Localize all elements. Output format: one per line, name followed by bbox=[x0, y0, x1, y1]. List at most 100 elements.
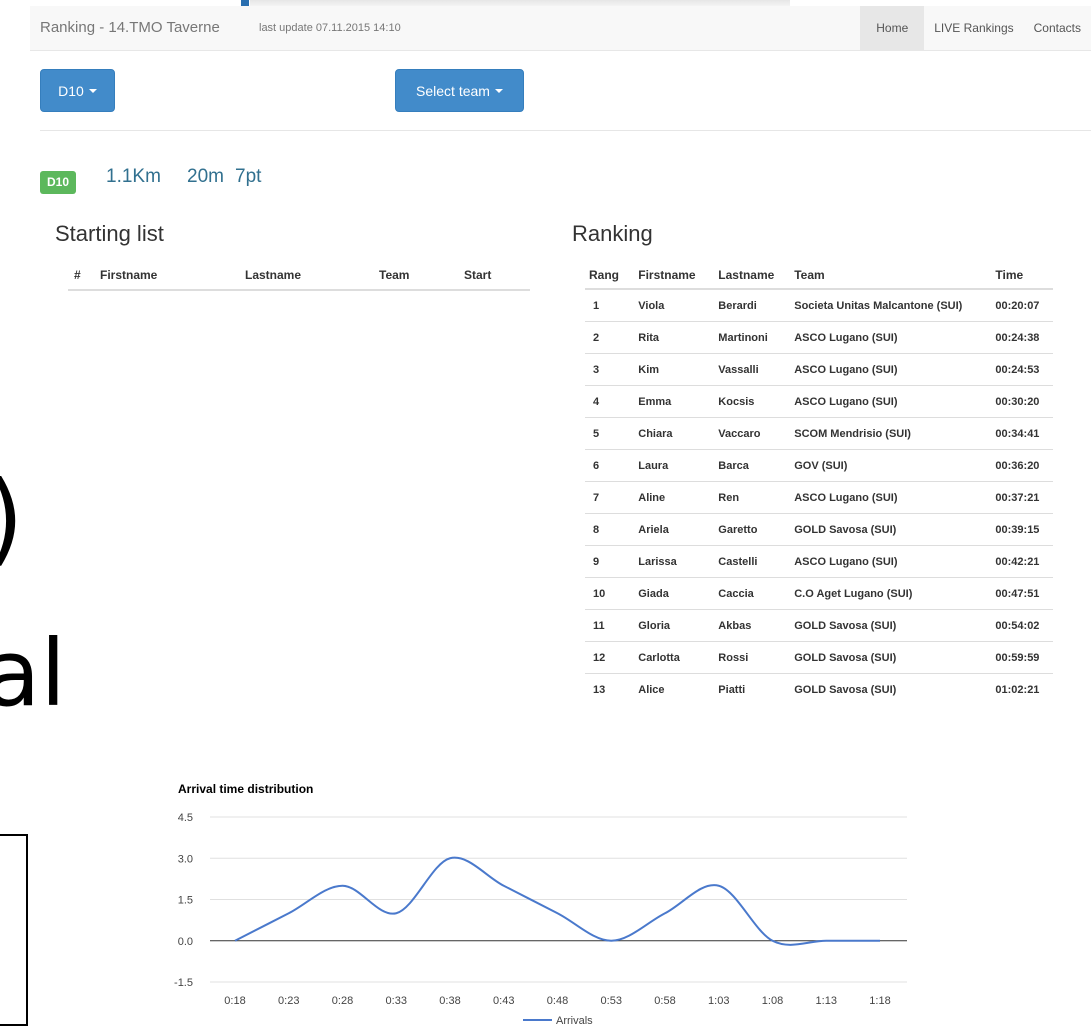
nav-live-rankings-link[interactable]: LIVE Rankings bbox=[924, 6, 1023, 50]
nav-contacts-link[interactable]: Contacts bbox=[1024, 6, 1091, 50]
lastname-cell: Martinoni bbox=[714, 321, 791, 354]
lastname-cell: Rossi bbox=[714, 641, 791, 674]
rank-cell: 4 bbox=[585, 385, 635, 418]
y-tick-label: 4.5 bbox=[178, 812, 193, 824]
lastname-cell: Vassalli bbox=[714, 353, 791, 386]
chart-title: Arrival time distribution bbox=[178, 782, 313, 796]
table-row: 3 Kim Vassalli ASCO Lugano (SUI) 00:24:53 bbox=[585, 353, 1053, 386]
rank-cell: 3 bbox=[585, 353, 635, 386]
time-cell: 00:24:38 bbox=[991, 321, 1053, 354]
nav-home-link[interactable]: Home bbox=[860, 6, 925, 50]
lastname-cell: Barca bbox=[714, 449, 791, 482]
column-header: Lastname bbox=[714, 261, 791, 290]
legend-label: Arrivals bbox=[556, 1015, 593, 1025]
firstname-cell: Gloria bbox=[634, 609, 715, 642]
table-row: 11 Gloria Akbas GOLD Savosa (SUI) 00:54:02 bbox=[585, 609, 1053, 642]
lastname-cell: Ren bbox=[714, 481, 791, 514]
firstname-cell: Chiara bbox=[634, 417, 715, 450]
lastname-cell: Piatti bbox=[714, 673, 791, 705]
x-tick-label: 0:18 bbox=[224, 995, 245, 1007]
brand-title[interactable]: Ranking - 14.TMO Taverne bbox=[40, 19, 220, 36]
column-header: Team bbox=[790, 261, 992, 290]
category-dropdown-label: D10 bbox=[58, 82, 84, 99]
rank-cell: 12 bbox=[585, 641, 635, 674]
table-row: 4 Emma Kocsis ASCO Lugano (SUI) 00:30:20 bbox=[585, 385, 1053, 418]
starting-list-header: # Firstname Lastname Team Start bbox=[68, 261, 530, 291]
team-cell: ASCO Lugano (SUI) bbox=[790, 481, 992, 514]
time-cell: 00:36:20 bbox=[991, 449, 1053, 482]
firstname-cell: Carlotta bbox=[634, 641, 715, 674]
x-tick-label: 0:58 bbox=[654, 995, 675, 1007]
course-climb: 20m bbox=[187, 166, 224, 187]
rank-cell: 7 bbox=[585, 481, 635, 514]
column-header: Team bbox=[379, 268, 410, 282]
x-tick-label: 0:48 bbox=[547, 995, 568, 1007]
time-cell: 00:34:41 bbox=[991, 417, 1053, 450]
team-cell: ASCO Lugano (SUI) bbox=[790, 385, 992, 418]
table-row: 13 Alice Piatti GOLD Savosa (SUI) 01:02:21 bbox=[585, 673, 1053, 705]
table-row: 1 Viola Berardi Societa Unitas Malcantone (… bbox=[585, 289, 1053, 322]
firstname-cell: Laura bbox=[634, 449, 715, 482]
lastname-cell: Akbas bbox=[714, 609, 791, 642]
column-header: Rang bbox=[585, 261, 635, 290]
rank-cell: 5 bbox=[585, 417, 635, 450]
rank-cell: 6 bbox=[585, 449, 635, 482]
team-cell: GOV (SUI) bbox=[790, 449, 992, 482]
time-cell: 00:47:51 bbox=[991, 577, 1053, 610]
y-tick-label: 0.0 bbox=[178, 936, 193, 948]
top-navbar: Ranking - 14.TMO Taverne last update 07.… bbox=[30, 6, 1091, 51]
y-tick-label: 1.5 bbox=[178, 895, 193, 907]
table-header-row: Rang Firstname Lastname Team Time bbox=[585, 261, 1053, 290]
time-cell: 00:39:15 bbox=[991, 513, 1053, 546]
table-row: 2 Rita Martinoni ASCO Lugano (SUI) 00:24:38 bbox=[585, 321, 1053, 354]
category-dropdown-button[interactable]: D10 bbox=[40, 69, 115, 112]
ranking-title: Ranking bbox=[572, 221, 653, 246]
firstname-cell: Viola bbox=[638, 300, 665, 312]
rank-cell: 9 bbox=[585, 545, 635, 578]
column-header: Time bbox=[991, 261, 1053, 290]
team-dropdown-button[interactable]: Select team bbox=[395, 69, 524, 112]
firstname-cell: Kim bbox=[634, 353, 715, 386]
time-cell: 00:54:02 bbox=[991, 609, 1053, 642]
table-row: 10 Giada Caccia C.O Aget Lugano (SUI) 00:47:… bbox=[585, 577, 1053, 610]
x-tick-label: 0:33 bbox=[386, 995, 407, 1007]
firstname-cell: Aline bbox=[634, 481, 715, 514]
time-cell: 00:42:21 bbox=[991, 545, 1053, 578]
table-row: 12 Carlotta Rossi GOLD Savosa (SUI) 00:59:59 bbox=[585, 641, 1053, 674]
team-cell: ASCO Lugano (SUI) bbox=[790, 545, 992, 578]
rank-cell: 8 bbox=[585, 513, 635, 546]
x-tick-label: 0:28 bbox=[332, 995, 353, 1007]
firstname-cell: Ariela bbox=[634, 513, 715, 546]
firstname-cell: Alice bbox=[634, 673, 715, 705]
page: ) al Ranking - 14.TMO Taverne last updat… bbox=[0, 0, 1091, 1026]
category-badge: D10 bbox=[40, 171, 77, 194]
team-cell: SCOM Mendrisio (SUI) bbox=[790, 417, 992, 450]
column-header: Firstname bbox=[634, 261, 715, 290]
x-tick-label: 1:03 bbox=[708, 995, 729, 1007]
rank-cell: 11 bbox=[585, 609, 635, 642]
caret-down-icon bbox=[88, 88, 97, 93]
x-tick-label: 0:43 bbox=[493, 995, 514, 1007]
rank-cell: 2 bbox=[585, 321, 635, 354]
time-cell: 00:30:20 bbox=[991, 385, 1053, 418]
table-row: 7 Aline Ren ASCO Lugano (SUI) 00:37:21 bbox=[585, 481, 1053, 514]
firstname-cell: Larissa bbox=[634, 545, 715, 578]
arrival-time-chart: Arrival time distribution 4.5 3.0 1.5 0.0 -1.… bbox=[165, 775, 925, 1025]
team-cell: ASCO Lugano (SUI) bbox=[790, 353, 992, 386]
table-row: 6 Laura Barca GOV (SUI) 00:36:20 bbox=[585, 449, 1053, 482]
rank-cell: 1 bbox=[593, 300, 600, 312]
series-line-arrivals bbox=[234, 856, 880, 946]
course-distance: 1.1Km bbox=[106, 166, 161, 187]
course-controls: 7pt bbox=[235, 166, 262, 187]
lastname-cell: Castelli bbox=[714, 545, 791, 578]
column-header: Start bbox=[464, 268, 492, 282]
cropped-glyph-fragment: al bbox=[0, 620, 66, 727]
cropped-glyph-fragment: ) bbox=[0, 468, 23, 569]
team-cell: GOLD Savosa (SUI) bbox=[790, 513, 992, 546]
nav-links: Home LIVE Rankings Contacts bbox=[860, 6, 1091, 50]
column-header: Firstname bbox=[100, 268, 158, 282]
lastname-cell: Vaccaro bbox=[714, 417, 791, 450]
x-tick-label: 1:13 bbox=[816, 995, 837, 1007]
time-cell: 00:37:21 bbox=[991, 481, 1053, 514]
x-tick-label: 1:18 bbox=[869, 995, 890, 1007]
